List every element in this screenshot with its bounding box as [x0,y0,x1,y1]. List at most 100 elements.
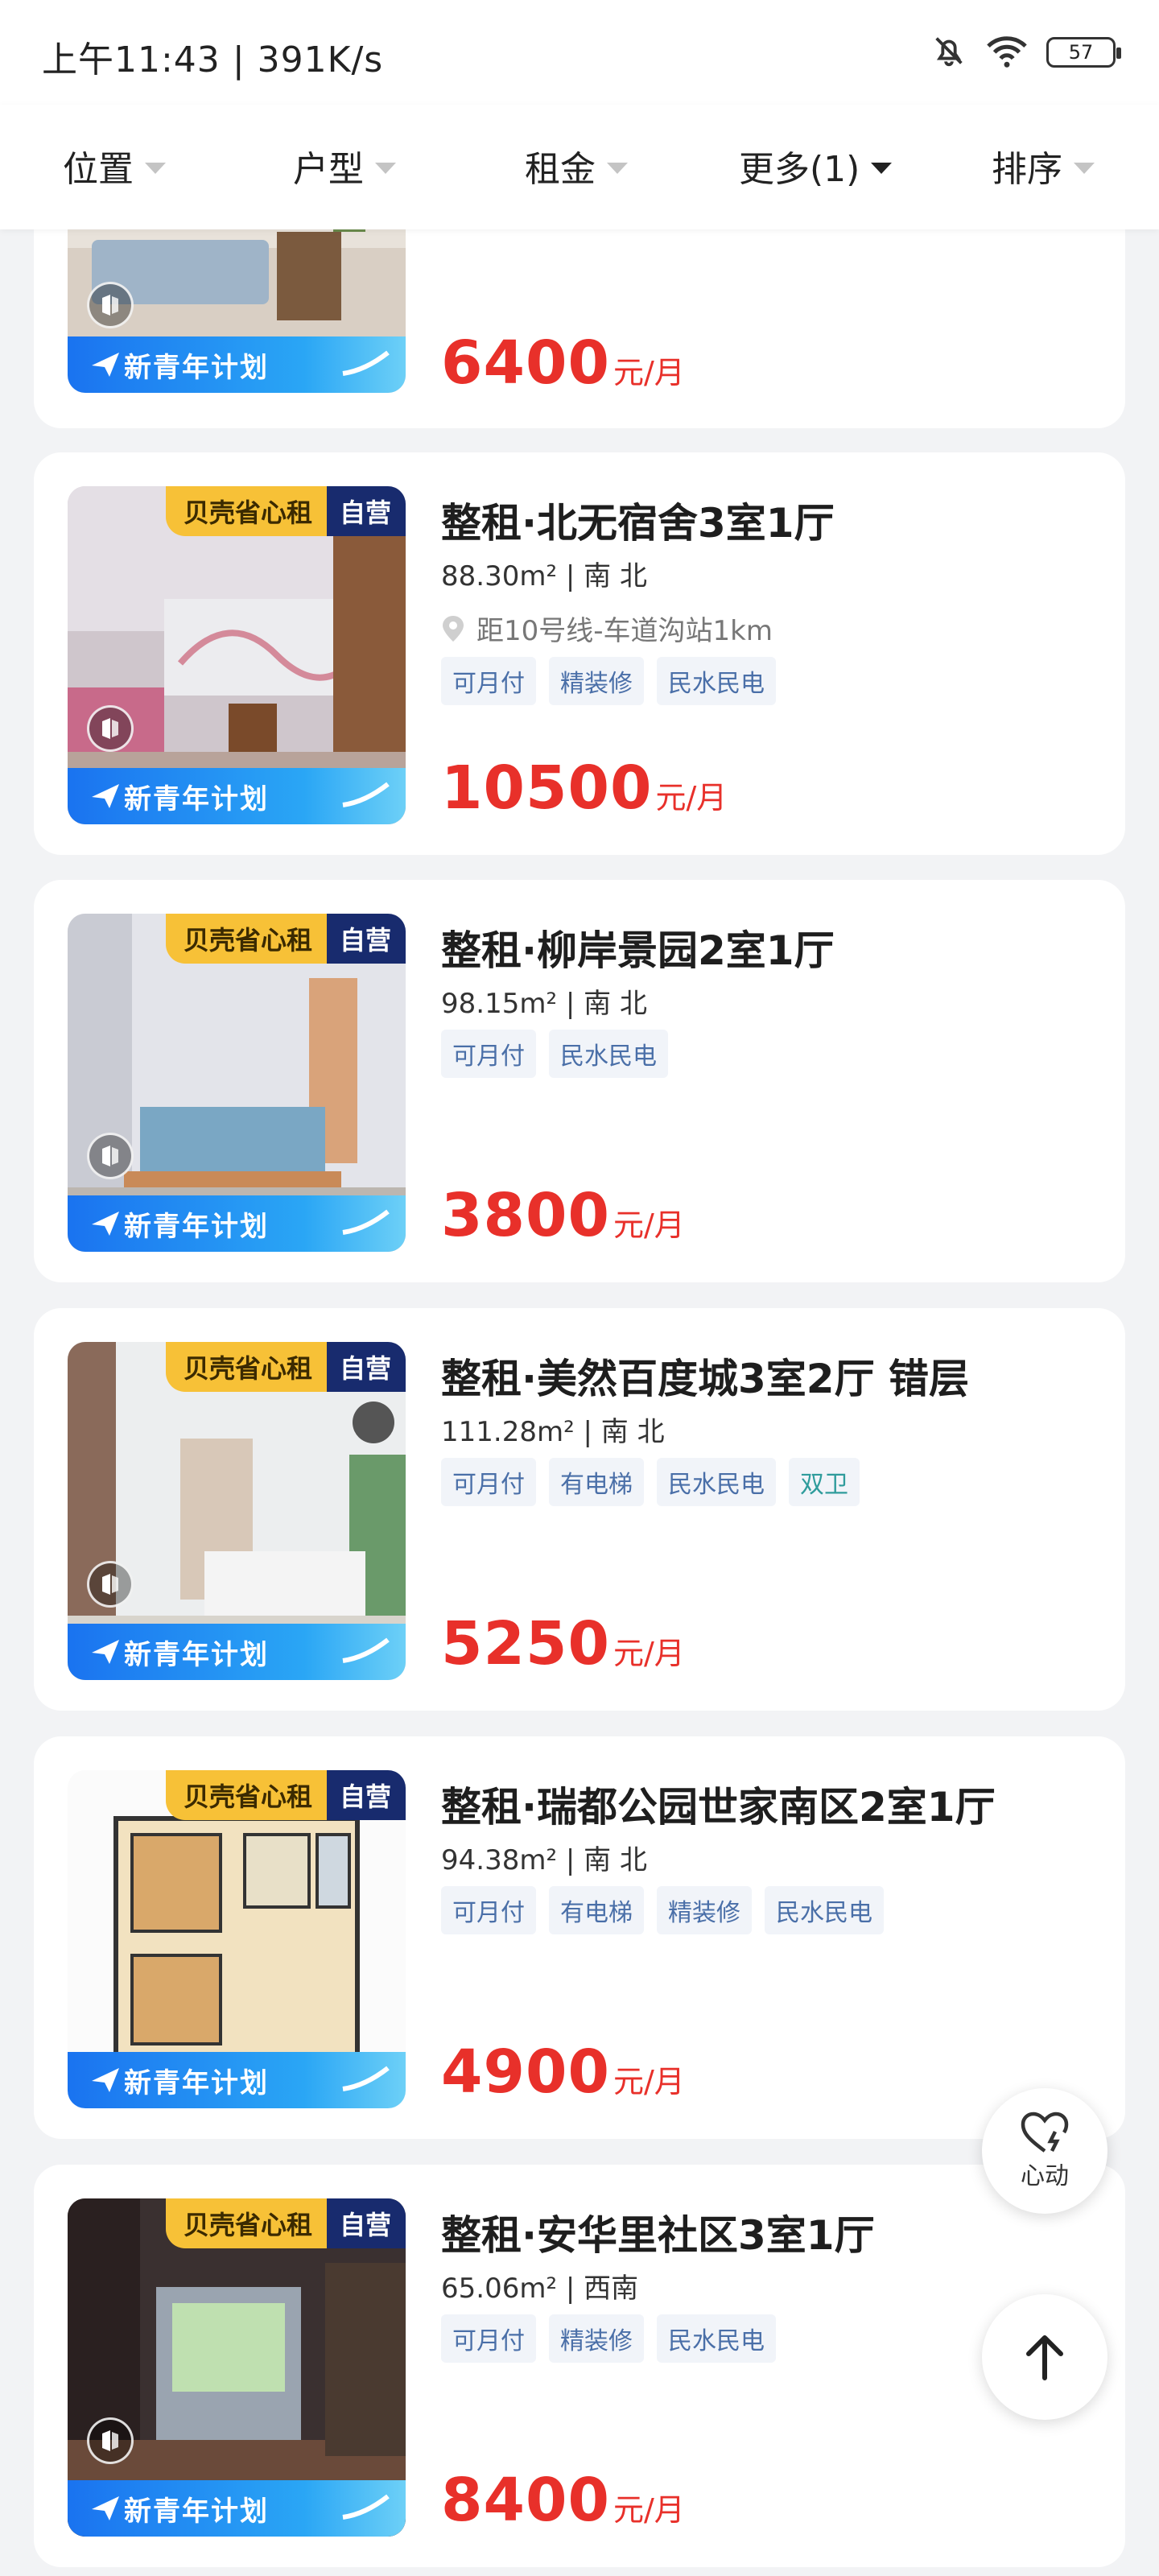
paper-plane-icon [92,1212,119,1236]
listing-card[interactable]: 贝壳省心租 自营 新青年计划 整租·北无宿舍3室1厅 88.30m² | 南 北… [34,452,1125,855]
listing-title: 整租·安华里社区3室1厅 [441,2212,875,2259]
chevron-down-icon [375,163,396,174]
price-value: 3800 [441,1181,610,1250]
filter-label: 更多(1) [739,149,860,190]
price-unit: 元/月 [612,2064,685,2099]
plan-label: 新青年计划 [124,351,269,384]
badge-group: 贝壳省心租 自营 [165,486,406,536]
listing-tags: 可月付 民水民电 [441,1030,668,1078]
network-speed: 391K/s [257,39,384,80]
listing-tag: 可月付 [441,2314,536,2363]
plan-banner: 新青年计划 [68,1195,406,1252]
listing-card[interactable]: 贝壳省心租 自营 新青年计划 整租·柳岸景园2室1厅 98.15m² | 南 北… [34,880,1125,1282]
plan-banner: 新青年计划 [68,768,406,824]
listing-photo: 贝壳省心租 自营 新青年计划 [68,914,406,1252]
badge-group: 贝壳省心租 自营 [165,914,406,964]
swoosh-icon [342,782,390,807]
plan-label: 新青年计划 [124,2495,269,2528]
ke-badge: 贝壳省心租 [165,1342,327,1392]
chevron-down-icon [607,163,628,174]
chevron-down-icon [1074,163,1095,174]
wifi-icon [985,32,1029,72]
clock: 上午11:43 [42,39,221,80]
plan-label: 新青年计划 [124,2066,269,2099]
self-operated-badge: 自营 [326,914,406,964]
filter-label: 户型 [293,149,364,190]
price-value: 10500 [441,753,653,823]
listing-tag: 精装修 [657,1886,752,1934]
listing-location: 距10号线-车道沟站1km [441,609,773,648]
listing-price: 6400 元/月 [441,328,685,398]
price-unit: 元/月 [612,355,685,390]
listing-tag: 民水民电 [657,1458,776,1506]
listing-card[interactable]: 贝壳省心租 自营 新青年计划 整租·瑞都公园世家南区2室1厅 94.38m² |… [34,1736,1125,2139]
listing-title: 整租·瑞都公园世家南区2室1厅 [441,1784,996,1831]
paper-plane-icon [92,1640,119,1664]
swoosh-icon [342,1637,390,1663]
listing-tag: 可月付 [441,1458,536,1506]
ke-badge: 贝壳省心租 [165,914,327,964]
price-unit: 元/月 [612,1636,685,1671]
listing-tag: 民水民电 [549,1030,668,1078]
filter-location[interactable]: 位置 [63,140,166,192]
listing-title: 整租·柳岸景园2室1厅 [441,927,835,974]
chevron-down-icon [871,163,893,174]
price-unit: 元/月 [612,1208,685,1243]
swoosh-icon [342,350,390,376]
price-value: 8400 [441,2466,610,2535]
listing-meta: 94.38m² | 南 北 [441,1844,647,1876]
filter-rent[interactable]: 租金 [525,140,628,192]
listing-tag: 民水民电 [657,2314,776,2363]
filter-sort[interactable]: 排序 [992,140,1095,192]
listing-tag: 可月付 [441,1030,536,1078]
badge-group: 贝壳省心租 自营 [165,2198,406,2248]
listing-tag: 民水民电 [657,657,776,705]
listing-tag: 可月付 [441,1886,536,1934]
listing-meta: 111.28m² | 南 北 [441,1416,665,1448]
listing-tag: 有电梯 [549,1458,644,1506]
filter-bar: 位置 户型 租金 更多(1) 排序 [0,105,1159,229]
vr-tour-icon [87,1133,134,1179]
filter-layout[interactable]: 户型 [293,140,396,192]
plan-banner: 新青年计划 [68,1624,406,1680]
badge-group: 贝壳省心租 自营 [165,1342,406,1392]
listing-tag: 精装修 [549,657,644,705]
paper-plane-icon [92,2496,119,2520]
self-operated-badge: 自营 [326,486,406,536]
listing-photo: 贝壳省心租 自营 新青年计划 [68,1342,406,1680]
chevron-down-icon [145,163,166,174]
listing-tags: 可月付 有电梯 民水民电 双卫 [441,1458,860,1506]
listing-tag: 可月付 [441,657,536,705]
filter-label: 位置 [63,149,134,190]
listing-price: 4900 元/月 [441,2037,685,2107]
plan-label: 新青年计划 [124,782,269,815]
plan-banner: 新青年计划 [68,2052,406,2108]
swoosh-icon [342,1209,390,1235]
favorite-button[interactable]: 心动 [982,2088,1107,2214]
listing-photo: 贝壳省心租 自营 新青年计划 [68,1770,406,2108]
filter-label: 租金 [525,149,596,190]
listing-card[interactable]: 贝壳省心租 自营 新青年计划 整租·安华里社区3室1厅 65.06m² | 西南… [34,2165,1125,2567]
listing-tag: 有电梯 [549,1886,644,1934]
listing-tag: 民水民电 [765,1886,884,1934]
listing-price: 8400 元/月 [441,2466,685,2535]
arrow-up-icon [1026,2335,1063,2380]
swoosh-icon [342,2066,390,2091]
location-text: 距10号线-车道沟站1km [476,615,773,647]
listing-price: 5250 元/月 [441,1609,685,1678]
filter-more[interactable]: 更多(1) [739,140,893,192]
listing-card[interactable]: 贝壳省心租 自营 新青年计划 整租·美然百度城3室2厅 错层 111.28m² … [34,1308,1125,1711]
listing-meta: 98.15m² | 南 北 [441,988,647,1020]
self-operated-badge: 自营 [326,1342,406,1392]
paper-plane-icon [92,784,119,808]
listing-title: 整租·北无宿舍3室1厅 [441,500,835,547]
plan-label: 新青年计划 [124,1638,269,1671]
plan-banner: 新青年计划 [68,2480,406,2537]
ke-badge: 贝壳省心租 [165,486,327,536]
scroll-to-top-button[interactable] [982,2294,1107,2420]
listing-title: 整租·美然百度城3室2厅 错层 [441,1356,969,1402]
listing-price: 10500 元/月 [441,753,727,823]
status-icons: 57 [930,32,1121,72]
location-pin-icon [443,615,464,642]
self-operated-badge: 自营 [326,1770,406,1820]
